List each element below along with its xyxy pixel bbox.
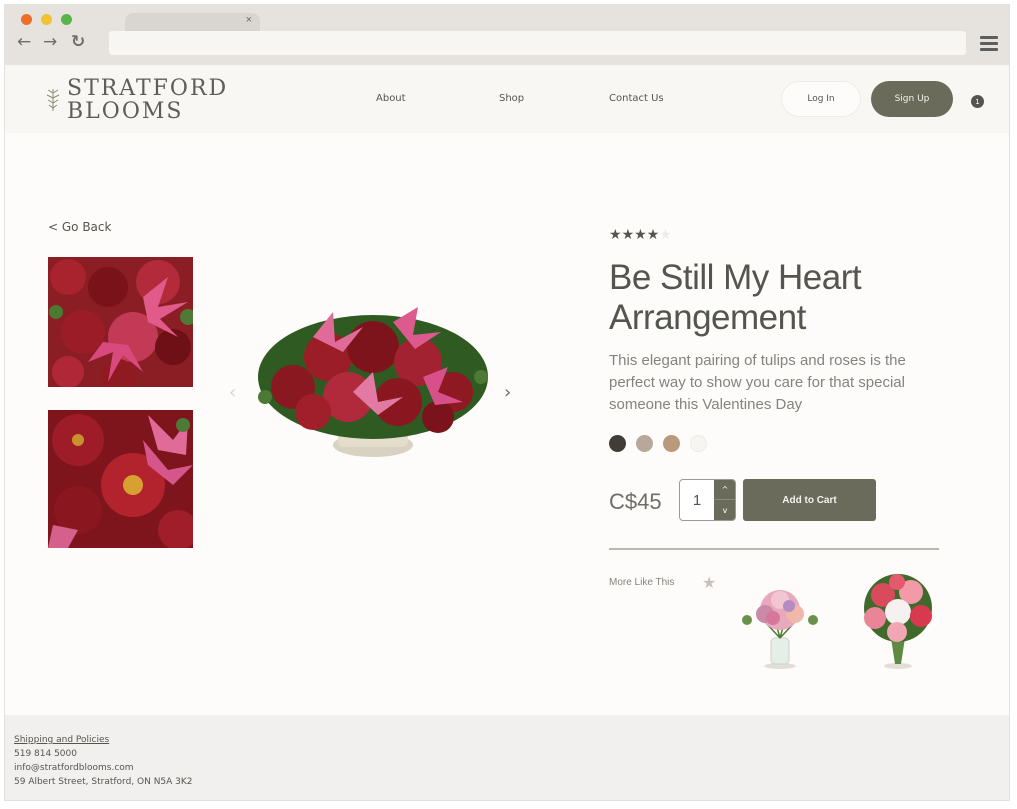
shipping-policies-link[interactable]: Shipping and Policies <box>14 735 109 745</box>
site-footer: Shipping and Policies 519 814 5000 info@… <box>5 715 1009 800</box>
nav-shop[interactable]: Shop <box>499 93 524 104</box>
star-empty-icon: ★ <box>659 227 672 243</box>
maximize-window-dot[interactable] <box>61 14 72 25</box>
browser-chrome: × ← → ↻ <box>5 5 1009 65</box>
product-title: Be Still My Heart Arrangement <box>609 258 862 337</box>
section-divider <box>609 548 939 550</box>
add-to-cart-button[interactable]: Add to Cart <box>743 479 876 521</box>
nav-about[interactable]: About <box>376 93 406 104</box>
star-filled-icon: ★ <box>646 227 660 243</box>
go-back-link[interactable]: < Go Back <box>48 220 111 234</box>
site-header: STRATFORD BLOOMS About Shop Contact Us L… <box>5 65 1009 133</box>
minimize-window-dot[interactable] <box>41 14 52 25</box>
star-filled-icon: ★ <box>621 227 635 243</box>
reload-icon[interactable]: ↻ <box>71 32 85 52</box>
product-thumbnail-1[interactable] <box>48 257 193 387</box>
address-bar[interactable] <box>109 31 966 55</box>
product-price: C$45 <box>609 489 662 514</box>
footer-address: 59 Albert Street, Stratford, ON N5A 3K2 <box>14 777 193 787</box>
color-swatch-taupe[interactable] <box>636 435 653 452</box>
close-window-dot[interactable] <box>21 14 32 25</box>
product-main-image <box>253 297 493 469</box>
flower-logo-icon <box>46 89 60 111</box>
signup-button[interactable]: Sign Up <box>871 81 953 117</box>
footer-email[interactable]: info@stratfordblooms.com <box>14 763 134 773</box>
star-filled-icon: ★ <box>609 227 622 243</box>
cart-count-badge[interactable]: 1 <box>971 95 984 108</box>
browser-window: × ← → ↻ STRATFORD BLOOMS About Shop Cont… <box>4 4 1010 801</box>
logo-line-2: BLOOMS <box>67 99 184 124</box>
site-logo[interactable]: STRATFORD BLOOMS <box>67 77 228 123</box>
browser-tab[interactable]: × <box>125 13 260 33</box>
quantity-increase-icon[interactable]: ^ <box>714 480 735 500</box>
forward-arrow-icon[interactable]: → <box>43 32 57 52</box>
quantity-stepper[interactable]: 1 ^ v <box>679 479 736 521</box>
login-button[interactable]: Log In <box>781 81 861 117</box>
rating-stars: ★★★★★ <box>609 227 672 243</box>
nav-contact-us[interactable]: Contact Us <box>609 93 664 104</box>
quantity-decrease-icon[interactable]: v <box>714 500 735 520</box>
quantity-input[interactable]: 1 <box>680 480 714 520</box>
hamburger-menu-icon[interactable] <box>980 36 998 51</box>
next-image-arrow-icon[interactable]: › <box>504 382 511 403</box>
recommendation-pink-bouquet[interactable] <box>735 580 825 670</box>
product-thumbnail-2[interactable] <box>48 410 193 548</box>
recommendation-red-pink-bouquet[interactable] <box>853 570 943 670</box>
tab-close-icon[interactable]: × <box>246 14 252 26</box>
favorite-star-icon[interactable]: ★ <box>702 573 716 592</box>
footer-phone: 519 814 5000 <box>14 749 77 759</box>
color-swatch-tan[interactable] <box>663 435 680 452</box>
product-description: This elegant pairing of tulips and roses… <box>609 352 906 413</box>
more-like-this-heading: More Like This <box>609 577 675 588</box>
star-filled-icon: ★ <box>634 227 647 243</box>
back-arrow-icon[interactable]: ← <box>17 32 31 52</box>
color-swatch-white[interactable] <box>690 435 707 452</box>
color-swatch-dark[interactable] <box>609 435 626 452</box>
previous-image-arrow-icon[interactable]: ‹ <box>229 382 236 403</box>
logo-line-1: STRATFORD <box>67 76 229 101</box>
